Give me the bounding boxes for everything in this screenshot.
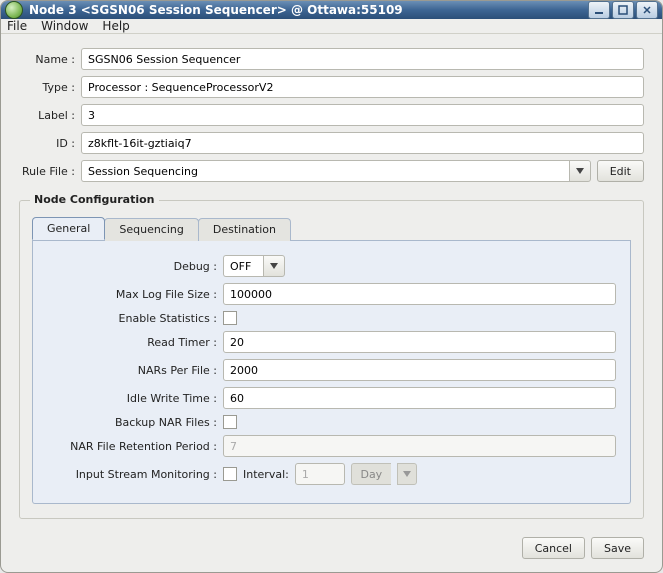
- readtimer-label: Read Timer :: [47, 336, 217, 349]
- debug-combo[interactable]: [223, 255, 263, 277]
- id-field[interactable]: [81, 132, 644, 154]
- menu-bar: File Window Help: [1, 19, 662, 34]
- backup-checkbox[interactable]: [223, 415, 237, 429]
- menu-file[interactable]: File: [7, 19, 27, 33]
- chevron-down-icon: [576, 168, 584, 174]
- cancel-button[interactable]: Cancel: [522, 537, 585, 559]
- debug-label: Debug :: [47, 260, 217, 273]
- nars-field[interactable]: [223, 359, 616, 381]
- window-title: Node 3 <SGSN06 Session Sequencer> @ Otta…: [29, 3, 588, 17]
- name-label: Name :: [19, 53, 75, 66]
- interval-unit-combo: Day: [351, 463, 391, 485]
- edit-button[interactable]: Edit: [597, 160, 644, 182]
- retention-field: [223, 435, 616, 457]
- interval-label: Interval:: [243, 468, 289, 481]
- maxlog-label: Max Log File Size :: [47, 288, 217, 301]
- idle-label: Idle Write Time :: [47, 392, 217, 405]
- debug-dropdown-button[interactable]: [263, 255, 285, 277]
- close-button[interactable]: [636, 1, 658, 19]
- maxlog-field[interactable]: [223, 283, 616, 305]
- monitor-label: Input Stream Monitoring :: [47, 468, 217, 481]
- app-icon: [5, 1, 23, 19]
- top-form: Name : Type : Label : ID : Rule File :: [19, 48, 644, 182]
- type-label: Type :: [19, 81, 75, 94]
- maximize-button[interactable]: [612, 1, 634, 19]
- fieldset-legend: Node Configuration: [30, 193, 159, 206]
- nars-label: NARs Per File :: [47, 364, 217, 377]
- save-button[interactable]: Save: [591, 537, 644, 559]
- title-bar[interactable]: Node 3 <SGSN06 Session Sequencer> @ Otta…: [1, 1, 662, 19]
- app-window: Node 3 <SGSN06 Session Sequencer> @ Otta…: [0, 0, 663, 573]
- backup-label: Backup NAR Files :: [47, 416, 217, 429]
- tab-sequencing[interactable]: Sequencing: [104, 218, 199, 241]
- minimize-icon: [594, 5, 604, 15]
- tab-bar: General Sequencing Destination: [32, 217, 631, 241]
- client-area: Name : Type : Label : ID : Rule File :: [1, 34, 662, 529]
- tab-destination[interactable]: Destination: [198, 218, 291, 241]
- tab-panel-general: Debug : Max Log File Size : Enable Stati…: [32, 241, 631, 504]
- type-field[interactable]: [81, 76, 644, 98]
- chevron-down-icon: [270, 263, 278, 269]
- footer-buttons: Cancel Save: [1, 529, 662, 573]
- chevron-down-icon: [403, 471, 411, 477]
- menu-help[interactable]: Help: [102, 19, 129, 33]
- rulefile-label: Rule File :: [19, 165, 75, 178]
- menu-window[interactable]: Window: [41, 19, 88, 33]
- id-label: ID :: [19, 137, 75, 150]
- stats-label: Enable Statistics :: [47, 312, 217, 325]
- idle-field[interactable]: [223, 387, 616, 409]
- maximize-icon: [618, 5, 628, 15]
- close-icon: [642, 5, 652, 15]
- readtimer-field[interactable]: [223, 331, 616, 353]
- label-field[interactable]: [81, 104, 644, 126]
- label-label: Label :: [19, 109, 75, 122]
- rulefile-combo[interactable]: [81, 160, 569, 182]
- retention-label: NAR File Retention Period :: [47, 440, 217, 453]
- name-field[interactable]: [81, 48, 644, 70]
- stats-checkbox[interactable]: [223, 311, 237, 325]
- interval-field: [295, 463, 345, 485]
- monitor-checkbox[interactable]: [223, 467, 237, 481]
- node-configuration-group: Node Configuration General Sequencing De…: [19, 200, 644, 519]
- interval-unit-dropdown-button: [397, 463, 417, 485]
- tab-general[interactable]: General: [32, 217, 105, 240]
- rulefile-dropdown-button[interactable]: [569, 160, 591, 182]
- minimize-button[interactable]: [588, 1, 610, 19]
